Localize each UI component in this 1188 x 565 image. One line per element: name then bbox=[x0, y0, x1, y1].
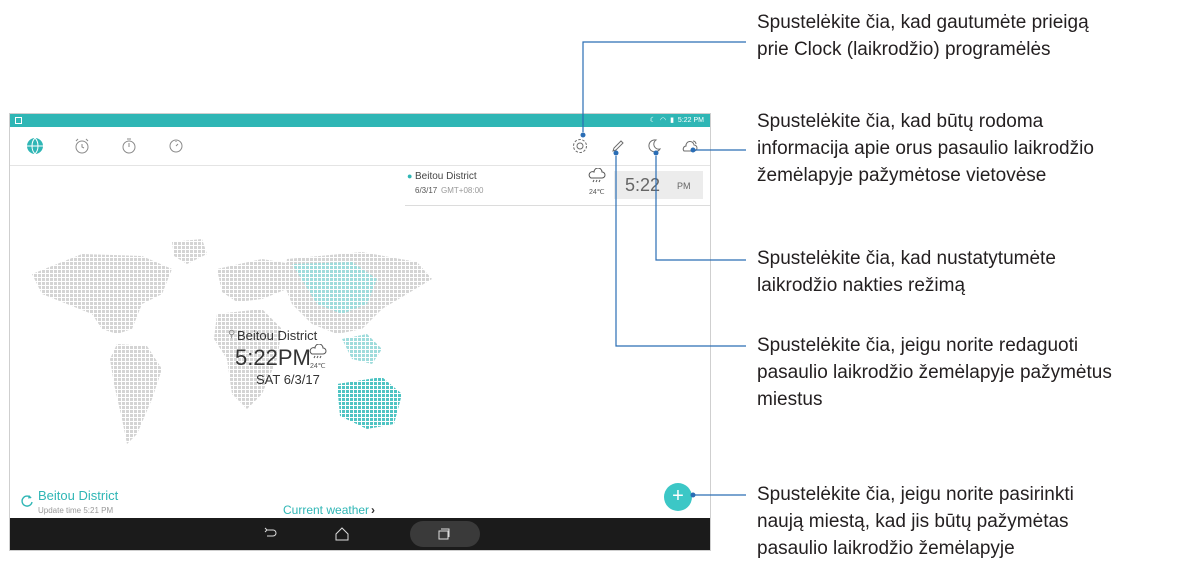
current-weather-link[interactable]: Current weather › bbox=[283, 503, 375, 517]
recent-apps-pill[interactable] bbox=[410, 521, 480, 547]
map-marker-name: Beitou District bbox=[237, 328, 318, 343]
callout-line: prie Clock (laikrodžio) programėlės bbox=[757, 39, 1051, 60]
footer-update-time: Update time 5:21 PM bbox=[38, 506, 114, 515]
callout-edit: Spustelėkite čia, jeigu norite redaguoti… bbox=[757, 332, 1112, 413]
callout-weather: Spustelėkite čia, kad būtų rodoma inform… bbox=[757, 108, 1094, 189]
city-card-date: 6/3/17 bbox=[415, 186, 438, 195]
city-card-time: 5:22 bbox=[625, 175, 661, 195]
rain-cloud-icon bbox=[588, 168, 606, 183]
footer-location[interactable]: Beitou District bbox=[38, 488, 118, 503]
city-card-temperature: 24℃ bbox=[589, 189, 605, 196]
callout-add-city: Spustelėkite čia, jeigu norite pasirinkt… bbox=[757, 481, 1074, 562]
status-time: 5:22 PM bbox=[677, 117, 704, 124]
status-indicators: ☾ ◠ ▮ 5:22 PM bbox=[650, 114, 704, 127]
callout-line: informacija apie orus pasaulio laikrodži… bbox=[757, 138, 1094, 159]
toolbar bbox=[10, 127, 710, 166]
callout-line: pasaulio laikrodžio žemėlapyje pažymėtus bbox=[757, 362, 1112, 383]
map-rain-cloud-icon bbox=[309, 344, 327, 359]
wifi-icon: ◠ bbox=[659, 117, 667, 124]
tablet-screenshot: ☾ ◠ ▮ 5:22 PM ● Beitou District 6/3/17 G… bbox=[9, 113, 711, 551]
callout-line: miestus bbox=[757, 389, 823, 410]
refresh-icon[interactable] bbox=[19, 493, 34, 508]
world-clock-icon[interactable] bbox=[25, 136, 45, 156]
status-bar: ☾ ◠ ▮ 5:22 PM bbox=[10, 114, 710, 127]
battery-icon: ▮ bbox=[670, 117, 674, 124]
map-marker-time: 5:22PM bbox=[235, 345, 311, 370]
callout-line: Spustelėkite čia, kad būtų rodoma bbox=[757, 111, 1044, 132]
navigation-bar bbox=[10, 518, 710, 550]
stopwatch-icon[interactable] bbox=[119, 136, 139, 156]
timer-icon[interactable] bbox=[166, 136, 186, 156]
location-pin-icon: ● bbox=[407, 171, 413, 181]
map-marker-date: SAT 6/3/17 bbox=[256, 372, 320, 387]
city-card[interactable]: ● Beitou District 6/3/17 GMT+08:00 24℃ 5… bbox=[405, 165, 710, 206]
edit-icon[interactable] bbox=[608, 136, 628, 156]
back-icon[interactable] bbox=[261, 525, 279, 543]
callout-line: Spustelėkite čia, kad nustatytumėte bbox=[757, 248, 1056, 269]
alarm-icon[interactable] bbox=[72, 136, 92, 156]
city-card-ampm: PM bbox=[677, 181, 691, 191]
current-weather-label: Current weather bbox=[283, 503, 370, 517]
callout-settings: Spustelėkite čia, kad gautumėte prieigą … bbox=[757, 9, 1089, 63]
night-mode-icon[interactable] bbox=[644, 136, 664, 156]
notification-icon bbox=[15, 117, 22, 124]
callout-line: Spustelėkite čia, jeigu norite redaguoti bbox=[757, 335, 1079, 356]
weather-icon[interactable] bbox=[680, 136, 700, 156]
callout-line: Spustelėkite čia, kad gautumėte prieigą bbox=[757, 12, 1089, 33]
city-card-name: Beitou District bbox=[415, 171, 477, 182]
moon-status-icon: ☾ bbox=[649, 117, 656, 124]
chevron-right-icon: › bbox=[371, 503, 376, 517]
recent-apps-icon bbox=[438, 528, 450, 540]
callout-line: pasaulio laikrodžio žemėlapyje bbox=[757, 538, 1015, 559]
callout-line: naują miestą, kad jis būtų pažymėtas bbox=[757, 511, 1069, 532]
callout-line: Spustelėkite čia, jeigu norite pasirinkt… bbox=[757, 484, 1074, 505]
add-city-button[interactable]: + bbox=[664, 483, 692, 511]
city-card-timezone: GMT+08:00 bbox=[441, 186, 484, 195]
callout-line: žemėlapyje pažymėtose vietovėse bbox=[757, 165, 1047, 186]
plus-icon: + bbox=[672, 485, 684, 507]
map-pin-icon: ⚲ bbox=[228, 329, 236, 340]
callout-night-mode: Spustelėkite čia, kad nustatytumėte laik… bbox=[757, 245, 1056, 299]
map-marker-temperature: 24℃ bbox=[310, 363, 326, 370]
settings-icon[interactable] bbox=[570, 136, 590, 156]
home-icon[interactable] bbox=[333, 525, 351, 543]
city-card-time-box: 5:22 PM bbox=[614, 171, 703, 199]
callout-line: laikrodžio nakties režimą bbox=[757, 275, 966, 296]
